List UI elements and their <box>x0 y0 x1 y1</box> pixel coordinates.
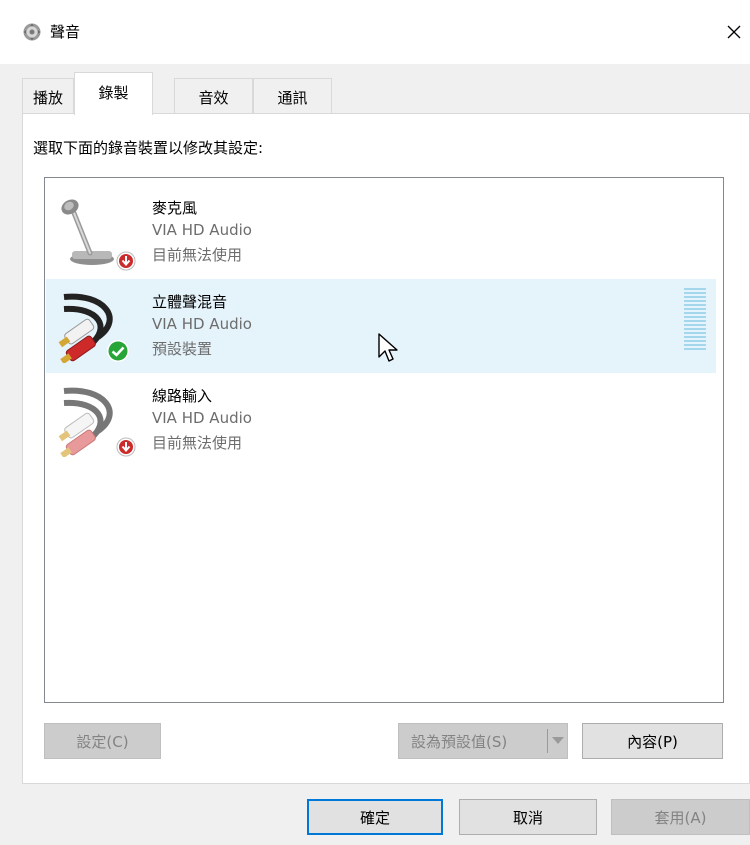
device-microphone[interactable]: 麥克風 VIA HD Audio 目前無法使用 <box>46 185 716 279</box>
tab-label: 音效 <box>198 89 229 107</box>
speaker-gear-icon <box>22 22 42 42</box>
tab-sounds[interactable]: 音效 <box>174 78 253 113</box>
split-divider <box>547 729 548 753</box>
close-button[interactable] <box>718 16 750 48</box>
instruction-text: 選取下面的錄音裝置以修改其設定: <box>33 139 264 157</box>
tab-recording[interactable]: 錄製 <box>74 72 153 115</box>
button-label: 內容(P) <box>627 732 678 751</box>
button-label: 取消 <box>512 808 543 827</box>
button-label: 套用(A) <box>654 808 707 827</box>
level-meter <box>684 288 706 352</box>
recording-device-list[interactable]: 麥克風 VIA HD Audio 目前無法使用 立體聲混音 VIA HD Aud… <box>44 177 724 703</box>
button-label: 設為預設值(S) <box>411 732 508 751</box>
device-driver: VIA HD Audio <box>152 221 252 239</box>
green-check-badge-icon <box>106 339 130 363</box>
down-arrow-badge-icon <box>116 437 136 457</box>
device-name: 線路輸入 <box>152 387 213 405</box>
window-title: 聲音 <box>50 23 81 41</box>
tab-label: 播放 <box>32 89 63 107</box>
down-arrow-badge-icon <box>116 251 136 271</box>
tab-label: 錄製 <box>98 84 129 102</box>
ok-button[interactable]: 確定 <box>307 799 443 835</box>
sound-dialog: 聲音 播放 錄製 音效 通訊 選取下面的錄音裝置以修改其設定: 麥克風 VIA … <box>0 0 750 845</box>
tab-label: 通訊 <box>277 89 308 107</box>
configure-button[interactable]: 設定(C) <box>44 723 161 759</box>
device-status: 目前無法使用 <box>152 434 243 452</box>
device-line-in[interactable]: 線路輸入 VIA HD Audio 目前無法使用 <box>46 373 716 467</box>
cancel-button[interactable]: 取消 <box>459 799 597 835</box>
device-status: 預設裝置 <box>152 340 213 358</box>
device-driver: VIA HD Audio <box>152 315 252 333</box>
chevron-down-icon[interactable] <box>552 737 564 744</box>
button-label: 確定 <box>359 808 390 827</box>
tab-communications[interactable]: 通訊 <box>253 78 332 113</box>
device-name: 立體聲混音 <box>152 293 228 311</box>
close-icon <box>727 25 741 39</box>
set-default-split-button[interactable]: 設為預設值(S) <box>398 723 568 759</box>
title-bar: 聲音 <box>0 0 750 64</box>
mouse-pointer-icon <box>378 333 402 365</box>
device-status: 目前無法使用 <box>152 246 243 264</box>
device-name: 麥克風 <box>152 199 198 217</box>
apply-button[interactable]: 套用(A) <box>611 799 750 835</box>
properties-button[interactable]: 內容(P) <box>582 723 723 759</box>
button-label: 設定(C) <box>76 732 129 751</box>
device-driver: VIA HD Audio <box>152 409 252 427</box>
tab-playback[interactable]: 播放 <box>22 78 74 113</box>
